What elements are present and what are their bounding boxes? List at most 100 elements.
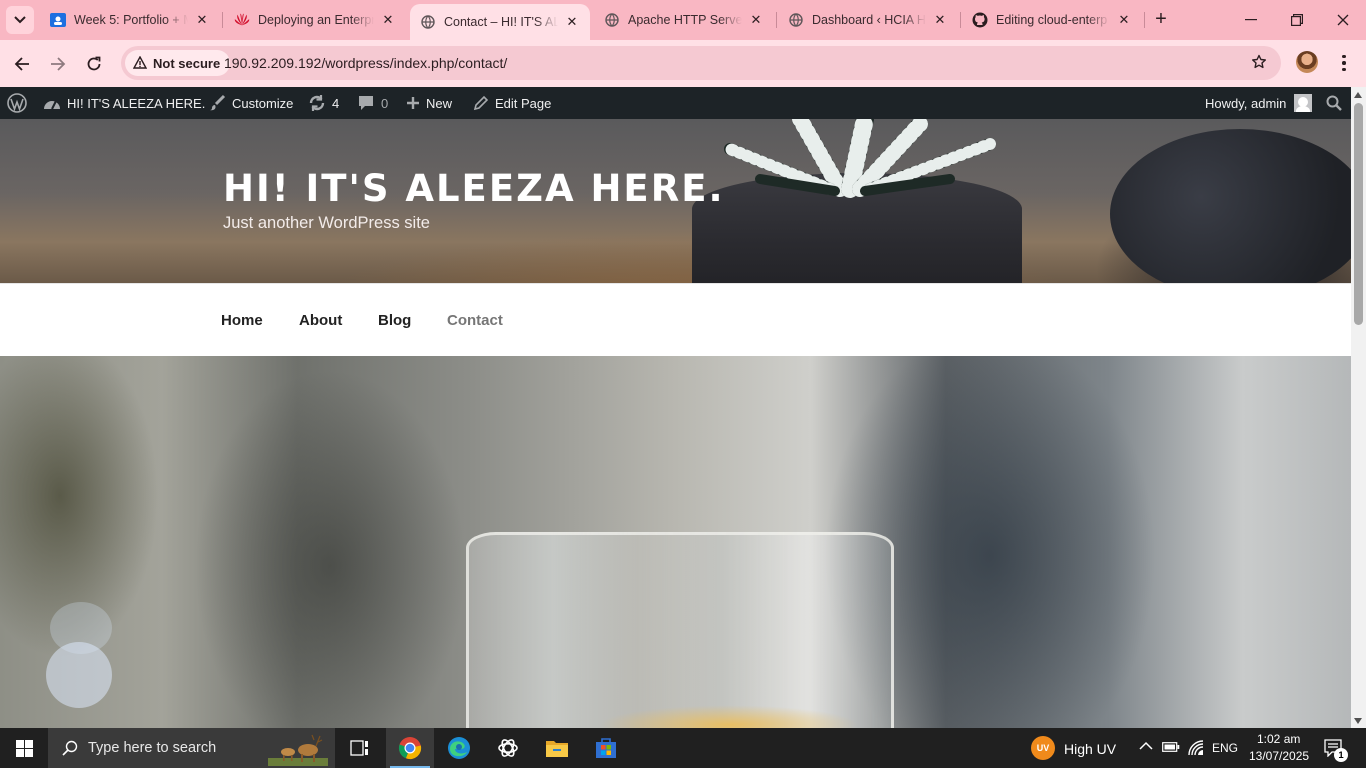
browser-tab[interactable]: Dashboard ‹ HCIA HE ✕ (778, 0, 958, 40)
taskbar-file-explorer[interactable] (533, 728, 581, 768)
browser-toolbar: Not secure 190.92.209.192/wordpress/inde… (0, 40, 1366, 87)
minimize-button[interactable] (1228, 0, 1274, 40)
tab-title: Week 5: Portfolio + M (74, 13, 188, 27)
scroll-up-arrow[interactable] (1354, 92, 1362, 98)
new-tab-button[interactable]: + (1150, 9, 1172, 31)
taskbar-edge[interactable] (435, 728, 483, 768)
close-window-button[interactable] (1320, 0, 1366, 40)
windows-icon (15, 739, 33, 757)
tab-title: Contact – HI! IT'S ALE (444, 15, 558, 29)
menu-item-home[interactable]: Home (221, 312, 263, 329)
admin-bar-site-label: HI! IT'S ALEEZA HERE. (67, 95, 206, 111)
admin-bar-edit-page[interactable]: Edit Page (473, 87, 551, 119)
tab-separator (1144, 12, 1145, 28)
tab-search-button[interactable] (6, 6, 34, 34)
clock-date[interactable]: 13/07/2025 (1249, 749, 1309, 763)
forward-button[interactable] (44, 50, 72, 78)
wp-logo-menu[interactable] (7, 87, 27, 119)
menu-item-blog[interactable]: Blog (378, 312, 411, 329)
comment-icon (357, 95, 375, 111)
bookmark-star-icon[interactable] (1251, 54, 1267, 75)
github-icon (972, 12, 988, 28)
address-bar[interactable]: Not secure 190.92.209.192/wordpress/inde… (121, 46, 1281, 80)
edit-page-label: Edit Page (495, 95, 552, 111)
browser-tab-active[interactable]: Contact – HI! IT'S ALE ✕ (410, 4, 590, 40)
input-language[interactable]: ENG (1212, 741, 1238, 755)
wordpress-icon (7, 93, 27, 113)
site-info-chip[interactable]: Not secure (125, 50, 231, 76)
pencil-icon (473, 95, 489, 111)
battery-icon[interactable] (1162, 741, 1180, 756)
task-view-button[interactable] (336, 728, 384, 768)
header-image-decor (1110, 129, 1351, 283)
uv-weather-icon[interactable]: UV (1031, 736, 1055, 760)
chevron-up-icon[interactable] (1139, 740, 1153, 754)
glass-image (466, 532, 894, 728)
browser-tab[interactable]: Week 5: Portfolio + M ✕ (40, 0, 220, 40)
scroll-down-arrow[interactable] (1354, 718, 1362, 724)
scroll-thumb[interactable] (1354, 103, 1363, 325)
notification-badge: 1 (1334, 748, 1348, 762)
admin-bar-comments[interactable]: 0 (357, 87, 388, 119)
classroom-icon (50, 12, 66, 28)
huawei-icon (234, 12, 250, 28)
featured-image (0, 356, 1351, 728)
tab-title: Dashboard ‹ HCIA HE (812, 13, 926, 27)
globe-icon (604, 12, 620, 28)
chrome-icon (398, 737, 422, 760)
close-icon[interactable]: ✕ (748, 12, 764, 28)
close-icon[interactable]: ✕ (932, 12, 948, 28)
restore-button[interactable] (1274, 0, 1320, 40)
tab-title: Apache HTTP Server (628, 13, 742, 27)
admin-bar-updates[interactable]: 4 (308, 87, 339, 119)
browser-tab[interactable]: Apache HTTP Server ✕ (594, 0, 774, 40)
taskbar-search-box[interactable]: Type here to search (48, 728, 335, 768)
arrow-right-icon (51, 57, 66, 71)
tab-title: Deploying an Enterpr (258, 13, 374, 27)
bokeh-light (50, 602, 112, 654)
howdy-label: Howdy, admin (1205, 95, 1287, 111)
primary-menu: Home About Blog Contact (0, 283, 1351, 356)
clock-time[interactable]: 1:02 am (1257, 732, 1300, 746)
edge-icon (448, 737, 470, 759)
close-icon[interactable]: ✕ (194, 12, 210, 28)
menu-item-about[interactable]: About (299, 312, 342, 329)
chrome-menu-button[interactable] (1334, 51, 1354, 75)
close-icon[interactable]: ✕ (564, 14, 580, 30)
reload-button[interactable] (80, 50, 108, 78)
site-title[interactable]: HI! IT'S ALEEZA HERE. (223, 167, 725, 210)
search-placeholder: Type here to search (88, 740, 217, 756)
profile-avatar[interactable] (1296, 51, 1318, 73)
admin-bar-account[interactable]: Howdy, admin (1205, 87, 1313, 119)
menu-item-contact[interactable]: Contact (447, 312, 503, 329)
start-button[interactable] (0, 728, 48, 768)
weather-label[interactable]: High UV (1064, 741, 1116, 757)
admin-bar-site-name[interactable]: HI! IT'S ALEEZA HERE. (43, 87, 205, 119)
browser-tab[interactable]: Editing cloud-enterp ✕ (962, 0, 1142, 40)
page-scrollbar[interactable] (1351, 87, 1366, 728)
tab-separator (776, 12, 777, 28)
tab-title: Editing cloud-enterp (996, 13, 1108, 27)
warning-icon (133, 56, 147, 70)
update-icon (308, 94, 326, 112)
back-button[interactable] (8, 50, 36, 78)
browser-tab[interactable]: Deploying an Enterpr ✕ (224, 0, 406, 40)
close-icon[interactable]: ✕ (1116, 12, 1132, 28)
tab-separator (960, 12, 961, 28)
wifi-icon[interactable] (1188, 740, 1204, 759)
taskbar-chatgpt[interactable] (484, 728, 532, 768)
search-icon (1326, 95, 1342, 111)
windows-taskbar: Type here to search UV High UV ENG 1:02 … (0, 728, 1366, 768)
security-label: Not secure (153, 55, 221, 71)
admin-bar-search[interactable] (1326, 87, 1342, 119)
taskbar-store[interactable] (582, 728, 630, 768)
globe-icon (420, 14, 436, 30)
admin-bar-customize[interactable]: Customize (208, 87, 293, 119)
taskbar-chrome[interactable] (386, 728, 434, 768)
arrow-left-icon (14, 57, 29, 71)
close-icon[interactable]: ✕ (380, 12, 396, 28)
browser-tab-strip: Week 5: Portfolio + M ✕ Deploying an Ent… (0, 0, 1366, 40)
admin-bar-new[interactable]: New (406, 87, 452, 119)
url-text[interactable]: 190.92.209.192/wordpress/index.php/conta… (224, 55, 507, 71)
site-header: HI! IT'S ALEEZA HERE. Just another WordP… (0, 119, 1351, 283)
